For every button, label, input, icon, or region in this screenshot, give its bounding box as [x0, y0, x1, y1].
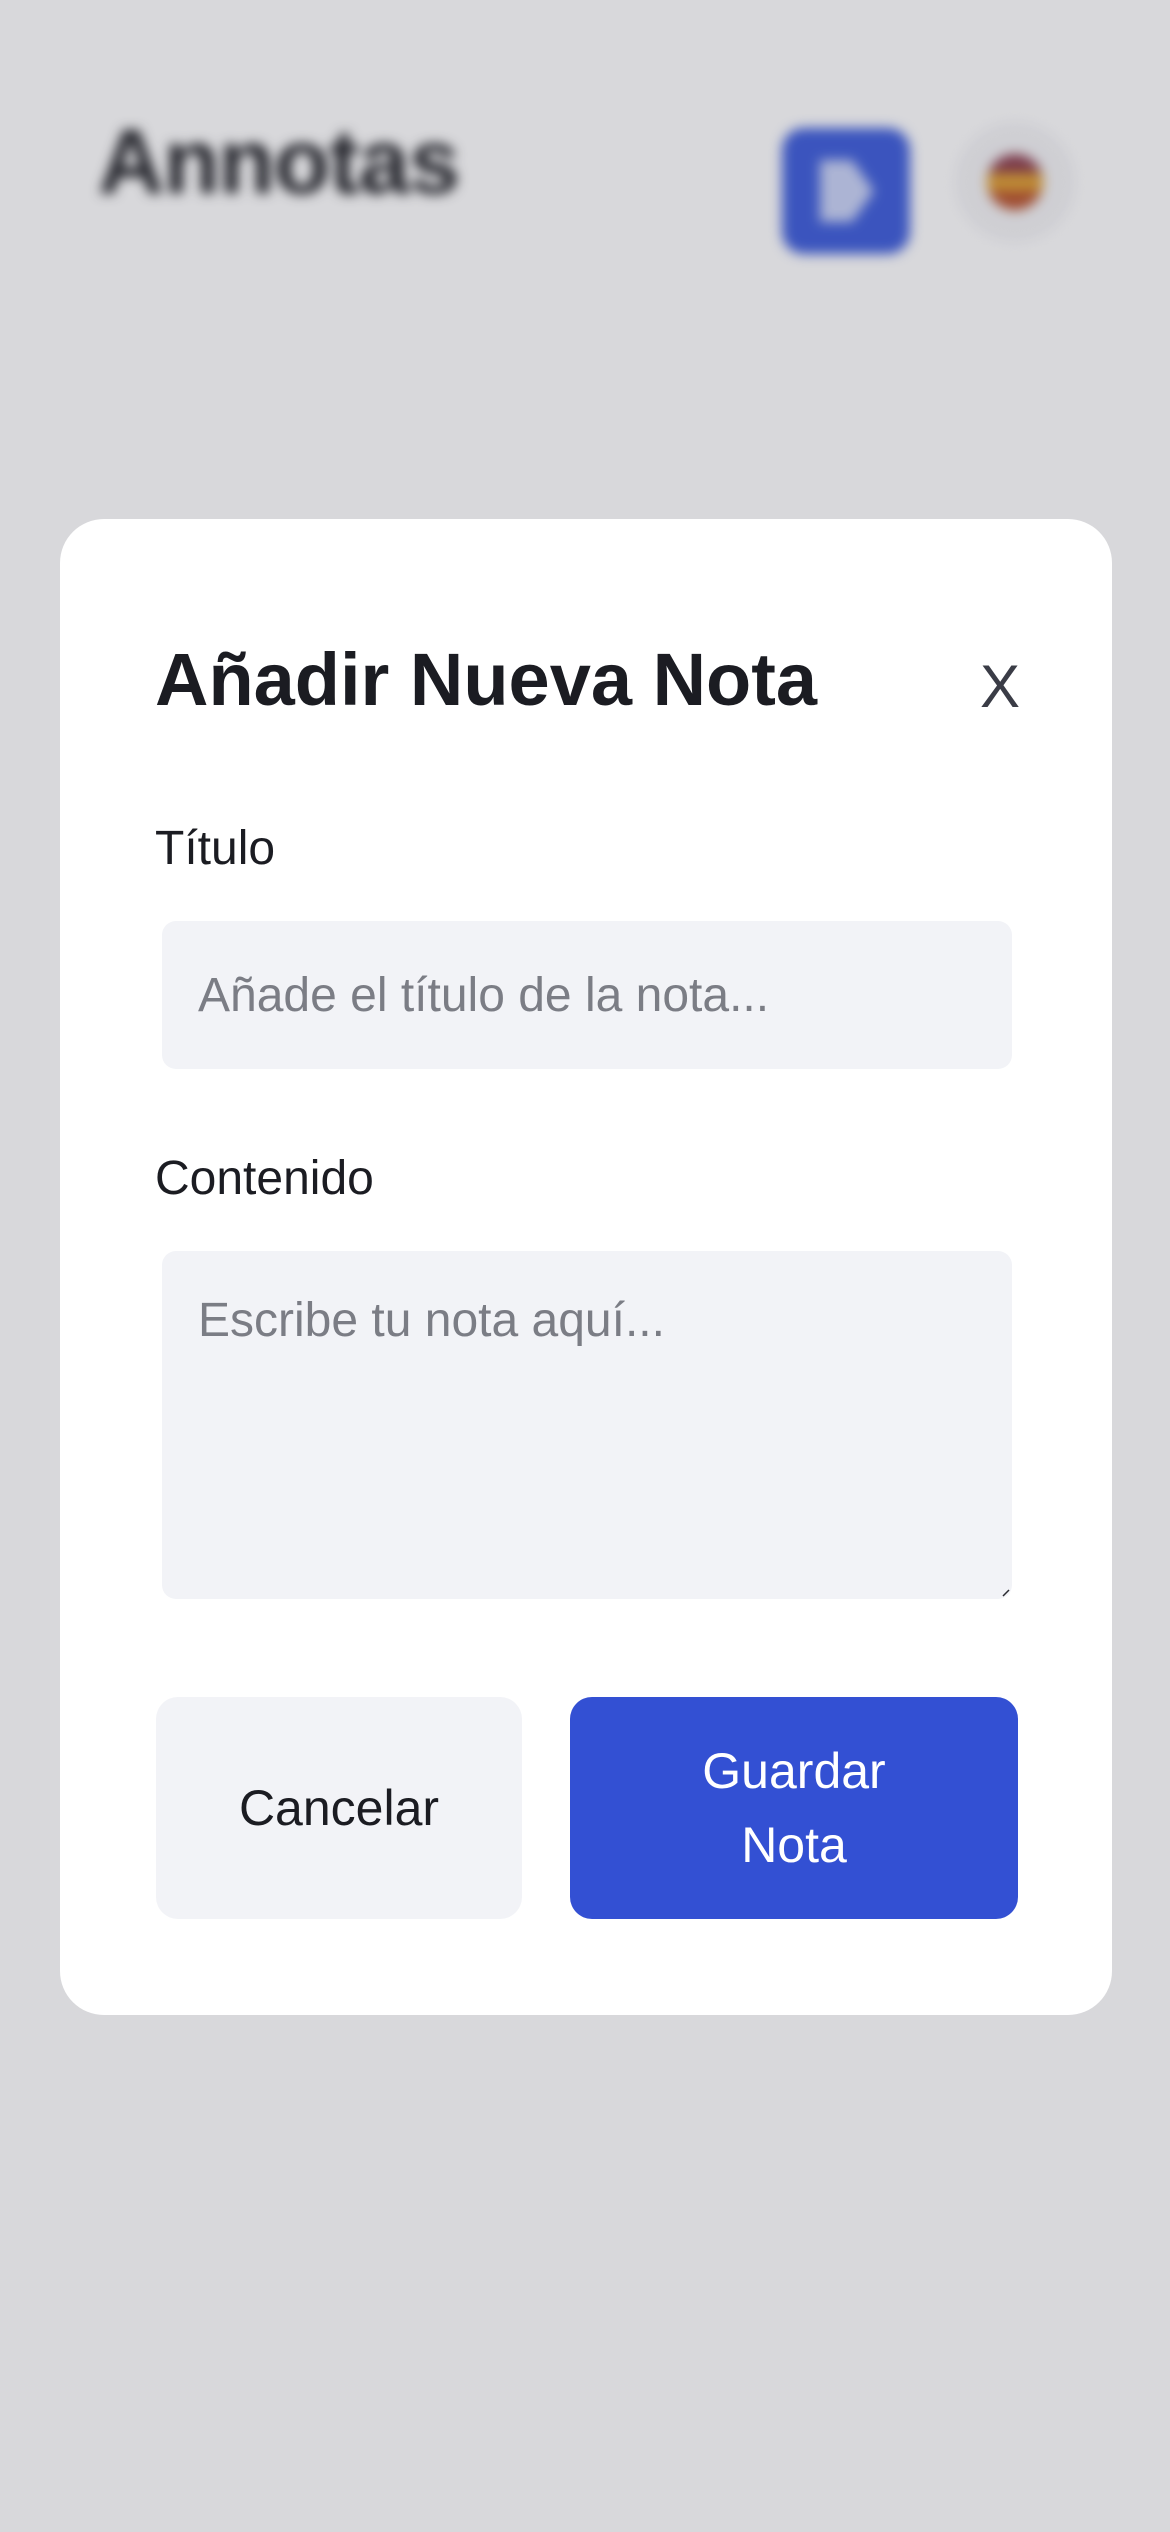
content-textarea[interactable]: [162, 1251, 1012, 1599]
save-note-button[interactable]: Guardar Nota: [570, 1697, 1018, 1919]
add-note-modal: Añadir Nueva Nota X Título Contenido Can…: [60, 519, 1112, 2015]
close-button[interactable]: X: [960, 647, 1040, 727]
resize-grip-icon[interactable]: [1000, 1587, 1010, 1597]
modal-title: Añadir Nueva Nota: [155, 638, 818, 721]
content-field-label: Contenido: [155, 1152, 374, 1205]
title-input[interactable]: [162, 921, 1012, 1069]
cancel-button[interactable]: Cancelar: [156, 1697, 522, 1919]
title-field-label: Título: [155, 822, 276, 875]
